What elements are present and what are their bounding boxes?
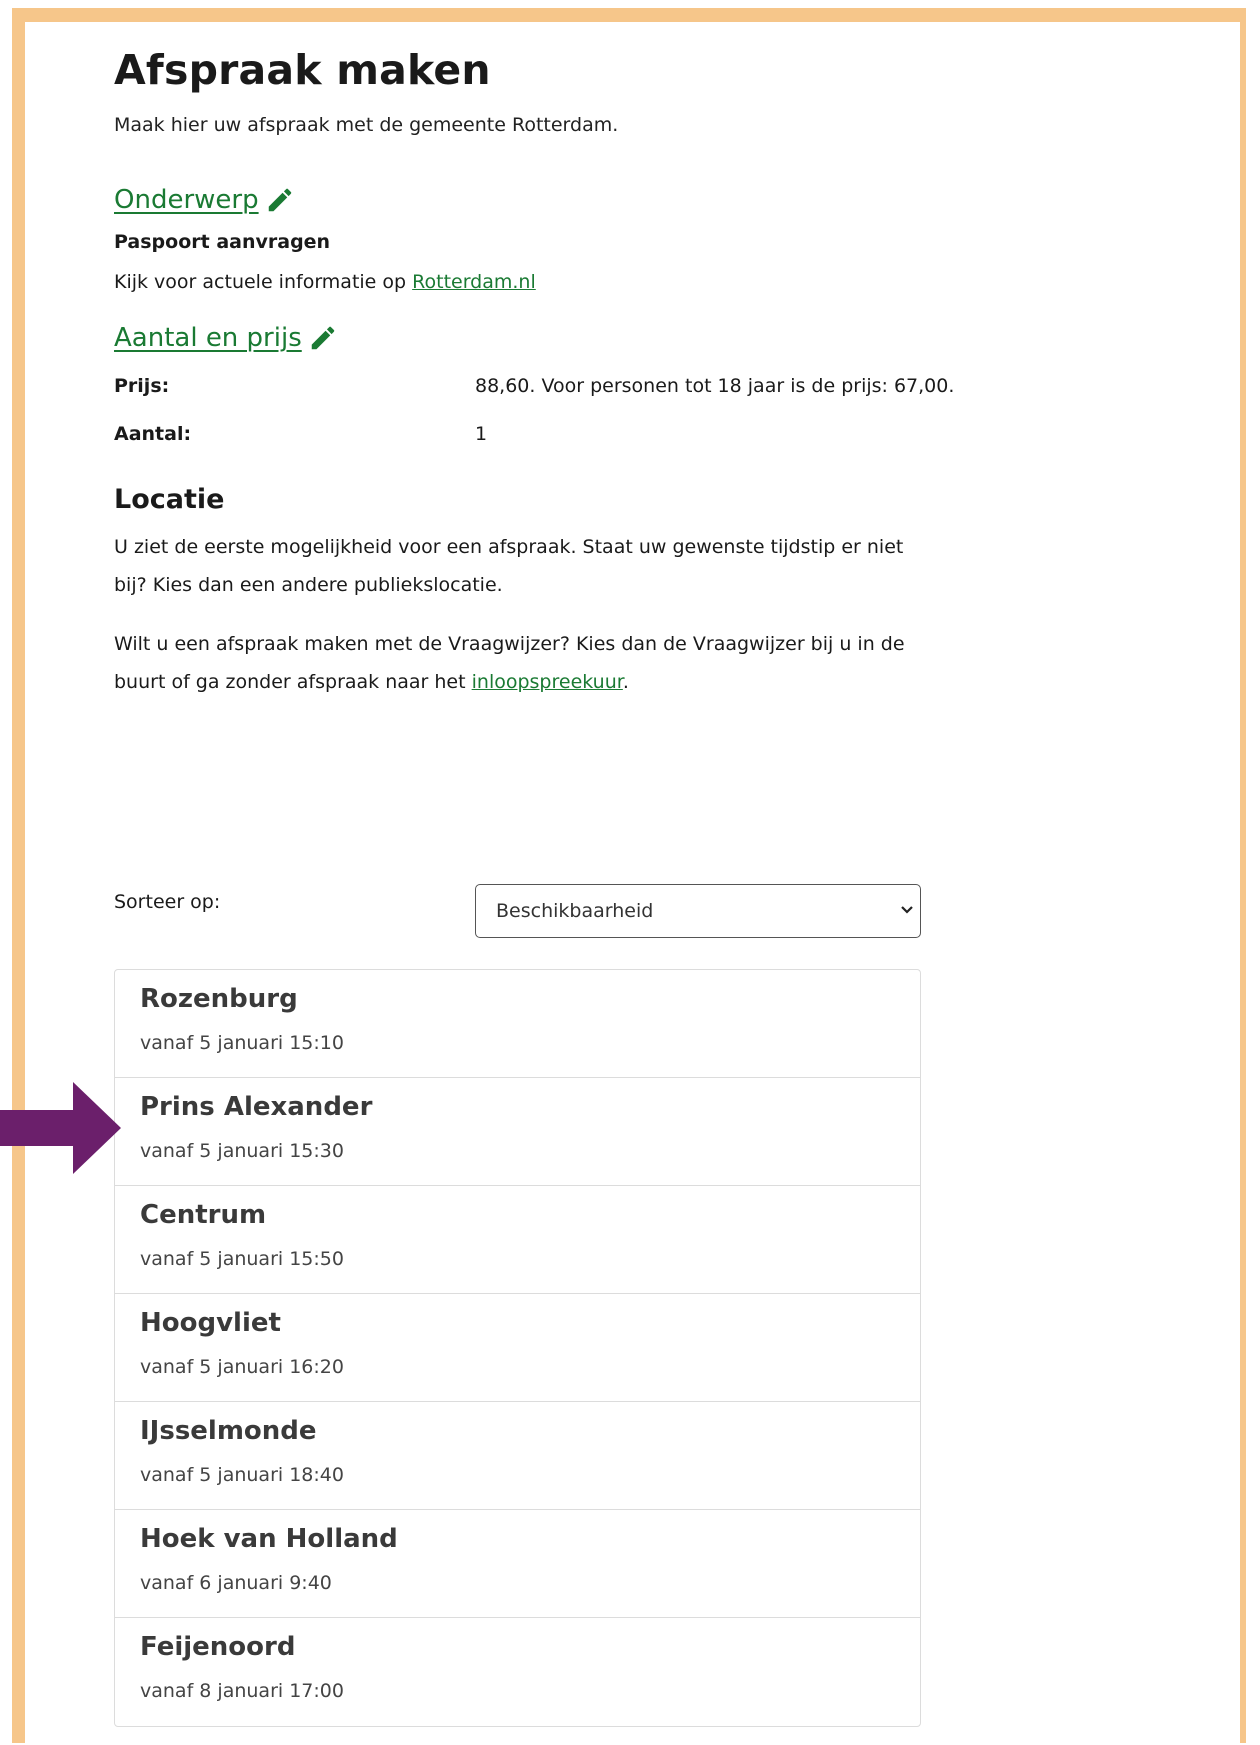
- arrow-right-icon: [0, 1082, 121, 1174]
- location-time: vanaf 5 januari 15:30: [140, 1140, 344, 1162]
- location-time: vanaf 6 januari 9:40: [140, 1572, 332, 1594]
- location-item-rozenburg[interactable]: Rozenburg vanaf 5 januari 15:10: [115, 970, 920, 1078]
- vraagwijzer-info: Wilt u een afspraak maken met de Vraagwi…: [114, 625, 914, 701]
- price-value: 88,60. Voor personen tot 18 jaar is de p…: [475, 375, 955, 397]
- amount-heading: Aantal en prijs: [114, 323, 302, 353]
- subject-info-text: Kijk voor actuele informatie op: [114, 271, 413, 293]
- pencil-icon: [268, 188, 291, 212]
- location-item-centrum[interactable]: Centrum vanaf 5 januari 15:50: [115, 1186, 920, 1294]
- location-name: Feijenoord: [140, 1632, 296, 1662]
- vraagwijzer-end: .: [622, 671, 629, 693]
- location-time: vanaf 5 januari 15:50: [140, 1248, 344, 1270]
- chevron-down-icon: [901, 906, 913, 914]
- location-name: Prins Alexander: [140, 1092, 373, 1122]
- amount-edit-link[interactable]: Aantal en prijs: [114, 323, 338, 353]
- subject-edit-link[interactable]: Onderwerp: [114, 185, 295, 215]
- location-name: Centrum: [140, 1200, 267, 1230]
- location-item-hoogvliet[interactable]: Hoogvliet vanaf 5 januari 16:20: [115, 1294, 920, 1402]
- location-time: vanaf 5 januari 16:20: [140, 1356, 344, 1378]
- pencil-icon: [311, 326, 335, 350]
- location-time: vanaf 8 januari 17:00: [140, 1680, 344, 1702]
- location-item-feijenoord[interactable]: Feijenoord vanaf 8 januari 17:00: [115, 1618, 920, 1726]
- sort-label: Sorteer op:: [114, 891, 221, 913]
- location-time: vanaf 5 januari 15:10: [140, 1032, 344, 1054]
- location-name: IJsselmonde: [140, 1416, 317, 1446]
- location-item-hoek-van-holland[interactable]: Hoek van Holland vanaf 6 januari 9:40: [115, 1510, 920, 1618]
- location-item-prins-alexander[interactable]: Prins Alexander vanaf 5 januari 15:30: [115, 1078, 920, 1186]
- location-info: U ziet de eerste mogelijkheid voor een a…: [114, 536, 904, 596]
- location-name: Hoek van Holland: [140, 1524, 398, 1554]
- page-title: Afspraak maken: [114, 46, 491, 94]
- location-name: Hoogvliet: [140, 1308, 281, 1338]
- location-item-ijsselmonde[interactable]: IJsselmonde vanaf 5 januari 18:40: [115, 1402, 920, 1510]
- sort-select[interactable]: Beschikbaarheid: [475, 884, 921, 938]
- rotterdam-link[interactable]: Rotterdam.nl: [412, 271, 536, 293]
- count-value: 1: [475, 423, 488, 445]
- location-time: vanaf 5 januari 18:40: [140, 1464, 344, 1486]
- inloopspreekuur-link[interactable]: inloopspreekuur: [472, 671, 623, 693]
- page-intro: Maak hier uw afspraak met de gemeente Ro…: [114, 114, 619, 136]
- location-list: Rozenburg vanaf 5 januari 15:10 Prins Al…: [114, 969, 921, 1727]
- price-label: Prijs:: [114, 375, 170, 397]
- subject-heading: Onderwerp: [114, 185, 259, 215]
- sort-selected-value: Beschikbaarheid: [496, 900, 654, 922]
- location-heading: Locatie: [114, 484, 225, 515]
- location-name: Rozenburg: [140, 984, 298, 1014]
- count-label: Aantal:: [114, 423, 192, 445]
- subject-value: Paspoort aanvragen: [114, 231, 331, 253]
- subject-info: Kijk voor actuele informatie op Rotterda…: [114, 271, 536, 293]
